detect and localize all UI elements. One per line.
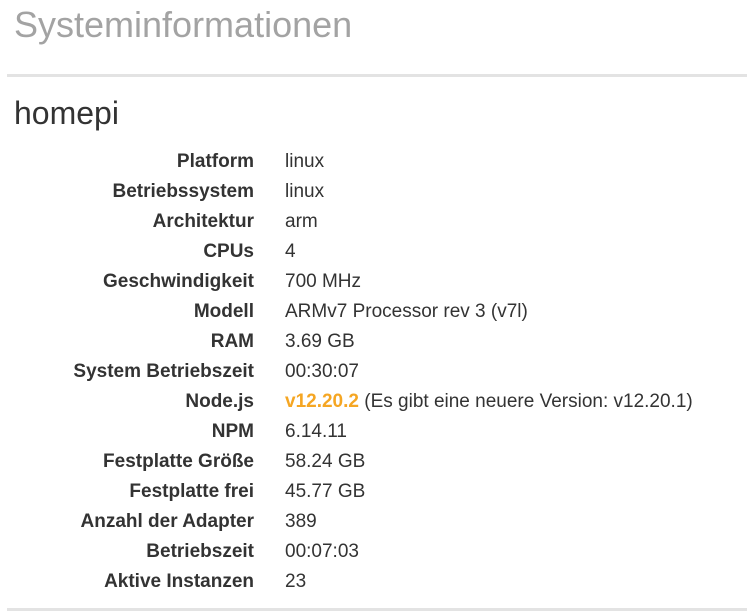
info-value: linux [285, 151, 325, 172]
info-row-cpus: CPUs 4 [0, 237, 693, 267]
info-row-npm: NPM 6.14.11 [0, 417, 693, 447]
info-label: Festplatte Größe [103, 451, 254, 472]
info-label: System Betriebszeit [73, 361, 254, 382]
info-value: 00:07:03 [285, 541, 359, 562]
info-row-disk-free: Festplatte frei 45.77 GB [0, 477, 693, 507]
info-value: ARMv7 Processor rev 3 (v7l) [285, 301, 528, 322]
info-row-disk-size: Festplatte Größe 58.24 GB [0, 447, 693, 477]
host-name: homepi [14, 95, 119, 131]
info-value: 389 [285, 511, 317, 532]
info-value: v12.20.2 (Es gibt eine neuere Version: v… [285, 387, 693, 417]
info-row-model: Modell ARMv7 Processor rev 3 (v7l) [0, 297, 693, 327]
info-row-nodejs: Node.js v12.20.2 (Es gibt eine neuere Ve… [0, 387, 693, 417]
info-value: 45.77 GB [285, 481, 366, 502]
header-divider [7, 74, 747, 77]
info-value: 4 [285, 241, 296, 262]
info-value: 700 MHz [285, 271, 362, 292]
info-label: Betriebssystem [112, 181, 254, 202]
info-value: linux [285, 181, 325, 202]
info-value: 3.69 GB [285, 331, 355, 352]
info-row-platform: Platform linux [0, 147, 693, 177]
info-label: NPM [211, 421, 254, 442]
system-info-page: Systeminformationen homepi Platform linu… [0, 0, 747, 614]
page-title: Systeminformationen [14, 4, 353, 45]
node-update-note: (Es gibt eine neuere Version: v12.20.1) [364, 391, 693, 412]
info-row-ram: RAM 3.69 GB [0, 327, 693, 357]
info-row-adapter-count: Anzahl der Adapter 389 [0, 507, 693, 537]
info-label: Modell [193, 301, 254, 322]
info-value: 23 [285, 571, 307, 592]
info-row-uptime: Betriebszeit 00:07:03 [0, 537, 693, 567]
info-label: CPUs [203, 241, 254, 262]
info-label: RAM [210, 331, 254, 352]
info-row-system-uptime: System Betriebszeit 00:30:07 [0, 357, 693, 387]
info-row-os: Betriebssystem linux [0, 177, 693, 207]
info-value: 00:30:07 [285, 361, 359, 382]
footer-divider [7, 608, 747, 611]
info-value: arm [285, 211, 318, 232]
info-value: 58.24 GB [285, 451, 366, 472]
info-row-architecture: Architektur arm [0, 207, 693, 237]
node-version: v12.20.2 [285, 391, 359, 412]
info-label: Betriebszeit [146, 541, 254, 562]
info-row-active-instances: Aktive Instanzen 23 [0, 567, 693, 597]
info-label: Architektur [152, 211, 254, 232]
info-label: Aktive Instanzen [104, 571, 254, 592]
info-label: Geschwindigkeit [103, 271, 254, 292]
info-label: Platform [176, 151, 254, 172]
info-row-speed: Geschwindigkeit 700 MHz [0, 267, 693, 297]
system-info-table: Platform linux Betriebssystem linux Arch… [0, 147, 693, 597]
info-value: 6.14.11 [285, 421, 347, 442]
info-label: Festplatte frei [129, 481, 254, 502]
info-label: Anzahl der Adapter [80, 511, 255, 532]
info-label: Node.js [185, 391, 254, 412]
